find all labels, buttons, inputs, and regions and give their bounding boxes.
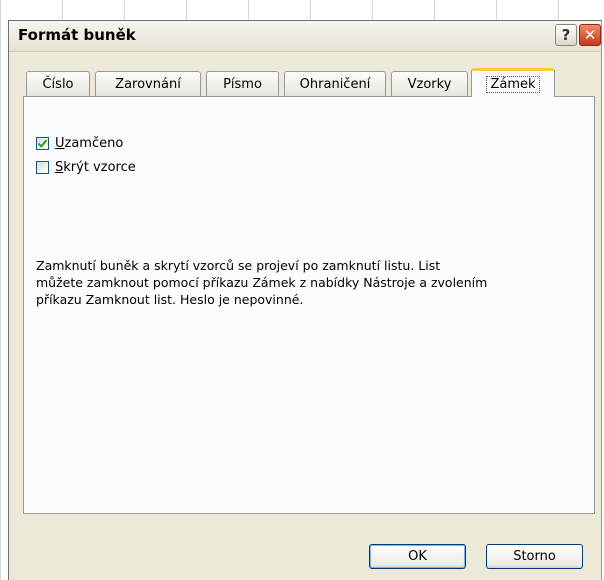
- dialog-title: Formát buněk: [18, 26, 136, 44]
- ok-button[interactable]: OK: [369, 544, 466, 569]
- tab-border-label: Ohraničení: [299, 76, 371, 92]
- info-line-3: příkazu Zamknout list. Heslo je nepovinn…: [36, 292, 304, 307]
- info-line-1: Zamknutí buněk a skrytí vzorců se projev…: [36, 258, 441, 273]
- help-button[interactable]: ?: [555, 24, 577, 46]
- info-line-2: můžete zamknout pomocí příkazu Zámek z n…: [36, 275, 488, 290]
- hide-formulas-label: Skrýt vzorce: [55, 160, 136, 175]
- protection-info-text: Zamknutí buněk a skrytí vzorců se projev…: [36, 257, 576, 308]
- tab-number[interactable]: Číslo: [26, 71, 90, 96]
- tab-patterns-label: Vzorky: [407, 76, 452, 92]
- cancel-button-label: Storno: [513, 549, 556, 564]
- hide-formulas-label-text: krýt vzorce: [63, 159, 136, 175]
- cancel-button[interactable]: Storno: [486, 544, 583, 569]
- protection-panel: Uzamčeno Skrýt vzorce Zamknutí buněk a s…: [23, 96, 595, 514]
- tab-protection[interactable]: Zámek: [471, 68, 555, 97]
- check-icon: [37, 139, 48, 148]
- hide-formulas-checkbox-row[interactable]: Skrýt vzorce: [36, 158, 136, 176]
- tab-patterns[interactable]: Vzorky: [391, 71, 468, 96]
- format-cells-dialog: Formát buněk ? ✕ Číslo Zarovnání Písmo O…: [8, 20, 602, 580]
- tab-protection-label: Zámek: [486, 75, 540, 93]
- locked-label: Uzamčeno: [55, 136, 123, 151]
- tab-border[interactable]: Ohraničení: [284, 71, 386, 96]
- close-button[interactable]: ✕: [579, 24, 601, 46]
- hide-formulas-checkbox[interactable]: [36, 160, 49, 174]
- close-icon: ✕: [583, 26, 597, 44]
- tab-font-label: Písmo: [223, 76, 262, 92]
- locked-checkbox[interactable]: [36, 136, 49, 150]
- tab-font[interactable]: Písmo: [206, 71, 279, 96]
- title-bar[interactable]: Formát buněk ? ✕: [9, 21, 601, 52]
- locked-label-accesskey: U: [55, 135, 65, 151]
- tab-alignment[interactable]: Zarovnání: [95, 71, 201, 96]
- tab-number-label: Číslo: [42, 76, 74, 92]
- help-icon: ?: [561, 26, 571, 44]
- locked-label-text: zamčeno: [64, 135, 124, 151]
- ok-button-label: OK: [408, 549, 427, 564]
- tab-alignment-label: Zarovnání: [115, 76, 181, 92]
- locked-checkbox-row[interactable]: Uzamčeno: [36, 134, 123, 152]
